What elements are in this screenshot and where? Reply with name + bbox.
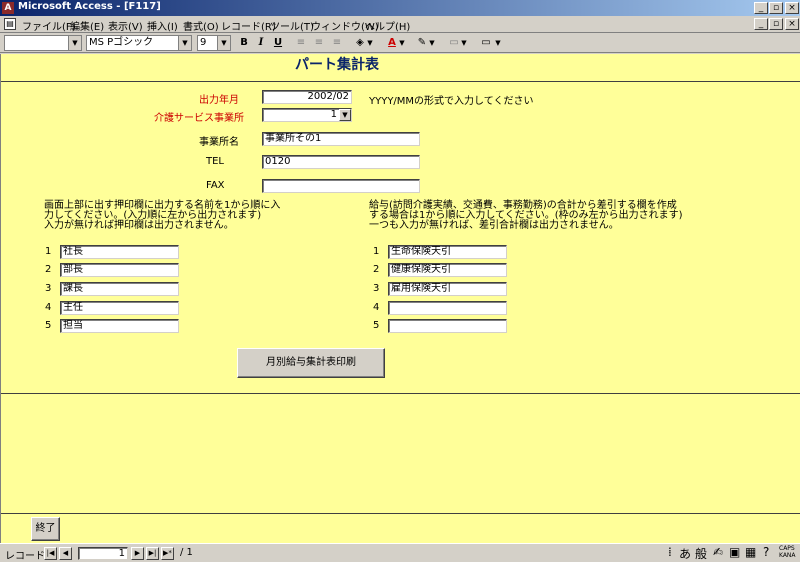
output-month-label: 出力年月 [199, 95, 239, 106]
ime-tool-icon[interactable]: ✍ [713, 545, 723, 559]
ime-conversion-mode[interactable]: 般 [695, 545, 707, 562]
menu-help[interactable]: ヘルプ(H) [365, 18, 410, 33]
chevron-down-icon[interactable]: ▼ [217, 36, 230, 50]
doc-minimize-button[interactable]: _ [754, 18, 768, 30]
menu-edit[interactable]: 編集(E) [70, 18, 104, 33]
doc-close-button[interactable]: × [785, 18, 799, 30]
chevron-down-icon[interactable]: ▼ [178, 36, 191, 50]
stamp-note: 画面上部に出す押印欄に出力する名前を1から順に入 力してください。(入力順に左か… [44, 200, 281, 231]
record-number-input[interactable]: 1 [78, 547, 128, 560]
deduction-input[interactable] [388, 301, 507, 315]
stamp-input[interactable]: 社長 [60, 245, 179, 259]
stamp-no: 2 [45, 264, 52, 275]
deduction-input[interactable] [388, 319, 507, 333]
chevron-down-icon[interactable]: ▼ [366, 36, 374, 50]
menu-format[interactable]: 書式(O) [183, 18, 219, 33]
align-center-button[interactable]: ≡ [311, 36, 327, 50]
menu-view[interactable]: 表示(V) [108, 18, 143, 33]
close-window-button[interactable]: × [785, 2, 799, 14]
deduction-no: 2 [373, 264, 380, 275]
new-record-icon[interactable]: ▶* [161, 547, 174, 560]
stamp-no: 4 [45, 302, 52, 313]
close-form-button[interactable]: 終了 [31, 517, 60, 541]
menu-insert[interactable]: 挿入(I) [147, 18, 178, 33]
deduction-input[interactable]: 生命保険天引 [388, 245, 507, 259]
record-total: / 1 [180, 547, 193, 558]
stamp-input[interactable]: 課長 [60, 282, 179, 296]
deduction-input[interactable]: 健康保険天引 [388, 263, 507, 277]
chevron-down-icon[interactable]: ▼ [68, 36, 81, 50]
access-icon: A [2, 2, 14, 14]
next-record-icon[interactable]: ▶ [131, 547, 144, 560]
font-name-value: MS Pゴシック [89, 37, 154, 48]
menu-record[interactable]: レコード(R) [221, 18, 276, 33]
caps-indicator: CAPS KANA [779, 545, 796, 559]
office-name-label: 事業所名 [199, 137, 239, 148]
stamp-input[interactable]: 主任 [60, 301, 179, 315]
ime-toolbar-icon[interactable]: ⁞ [668, 545, 672, 559]
chevron-down-icon[interactable]: ▼ [428, 36, 436, 50]
prev-record-icon[interactable]: ◀ [59, 547, 72, 560]
header-divider [1, 81, 800, 82]
special-effect-icon[interactable]: ▭ [478, 36, 494, 50]
detail-divider [1, 393, 800, 394]
ime-pad-icon[interactable]: ▦ [745, 545, 756, 559]
form-title: パート集計表 [295, 57, 379, 73]
formatting-toolbar: ▼ MS Pゴシック ▼ 9 ▼ B I U ≡ ≡ ≡ ◈ ▼ A ▼ ✎ ▼… [0, 33, 800, 53]
bold-button[interactable]: B [236, 36, 252, 50]
deduction-no: 1 [373, 246, 380, 257]
align-left-button[interactable]: ≡ [293, 36, 309, 50]
deduction-no: 5 [373, 320, 380, 331]
deduction-no: 4 [373, 302, 380, 313]
stamp-input[interactable]: 担当 [60, 319, 179, 333]
window-title: Microsoft Access - [F117] [18, 1, 161, 12]
font-size-value: 9 [200, 37, 207, 48]
align-right-button[interactable]: ≡ [329, 36, 345, 50]
office-name-input[interactable]: 事業所その1 [262, 132, 420, 146]
record-label: レコード: [5, 551, 49, 562]
chevron-down-icon[interactable]: ▼ [494, 36, 502, 50]
deduction-input[interactable]: 雇用保険天引 [388, 282, 507, 296]
print-monthly-summary-button[interactable]: 月別給与集計表印刷 [237, 348, 385, 378]
tel-input[interactable]: 0120 [262, 155, 420, 169]
menu-bar: ▤ ファイル(F) 編集(E) 表示(V) 挿入(I) 書式(O) レコード(R… [0, 16, 800, 33]
fax-input[interactable] [262, 179, 420, 193]
chevron-down-icon[interactable]: ▼ [339, 109, 351, 121]
menu-file[interactable]: ファイル(F) [22, 18, 76, 33]
deduction-note: 給与(訪問介護実績、交通費、事務勤務)の合計から差引する欄を作成 する場合は1か… [369, 200, 683, 231]
output-month-input[interactable]: 2002/02 [262, 90, 352, 104]
maximize-button[interactable]: ▫ [769, 2, 783, 14]
chevron-down-icon[interactable]: ▼ [398, 36, 406, 50]
font-name-combo[interactable]: MS Pゴシック ▼ [86, 35, 192, 51]
stamp-no: 1 [45, 246, 52, 257]
ime-mode-hiragana[interactable]: あ [679, 545, 691, 562]
menu-tools[interactable]: ツール(T) [270, 18, 314, 33]
stamp-no: 5 [45, 320, 52, 331]
doc-restore-button[interactable]: ▫ [769, 18, 783, 30]
deduction-no: 3 [373, 283, 380, 294]
form-body: パート集計表 出力年月 2002/02 YYYY/MMの形式で入力してください … [0, 54, 800, 543]
ime-help-icon[interactable]: ? [763, 545, 769, 559]
form-document-icon[interactable]: ▤ [4, 18, 16, 30]
minimize-button[interactable]: _ [754, 2, 768, 14]
office-select-value: 1 [330, 109, 337, 120]
office-label: 介護サービス事業所 [154, 113, 244, 124]
ime-dictionary-icon[interactable]: ▣ [729, 545, 740, 559]
italic-button[interactable]: I [253, 36, 269, 50]
fax-label: FAX [206, 180, 225, 191]
tel-label: TEL [206, 156, 224, 167]
last-record-icon[interactable]: ▶| [146, 547, 159, 560]
title-bar: A Microsoft Access - [F117] _ ▫ × [0, 0, 800, 16]
output-month-hint: YYYY/MMの形式で入力してください [369, 96, 534, 107]
font-size-combo[interactable]: 9 ▼ [197, 35, 231, 51]
footer-divider [1, 513, 800, 514]
stamp-no: 3 [45, 283, 52, 294]
first-record-icon[interactable]: |◀ [44, 547, 57, 560]
stamp-input[interactable]: 部長 [60, 263, 179, 277]
status-bar: レコード: |◀ ◀ 1 ▶ ▶| ▶* / 1 ⁞ あ 般 ✍ ▣ ▦ ? C… [0, 543, 800, 562]
underline-button[interactable]: U [270, 36, 286, 50]
chevron-down-icon[interactable]: ▼ [460, 36, 468, 50]
